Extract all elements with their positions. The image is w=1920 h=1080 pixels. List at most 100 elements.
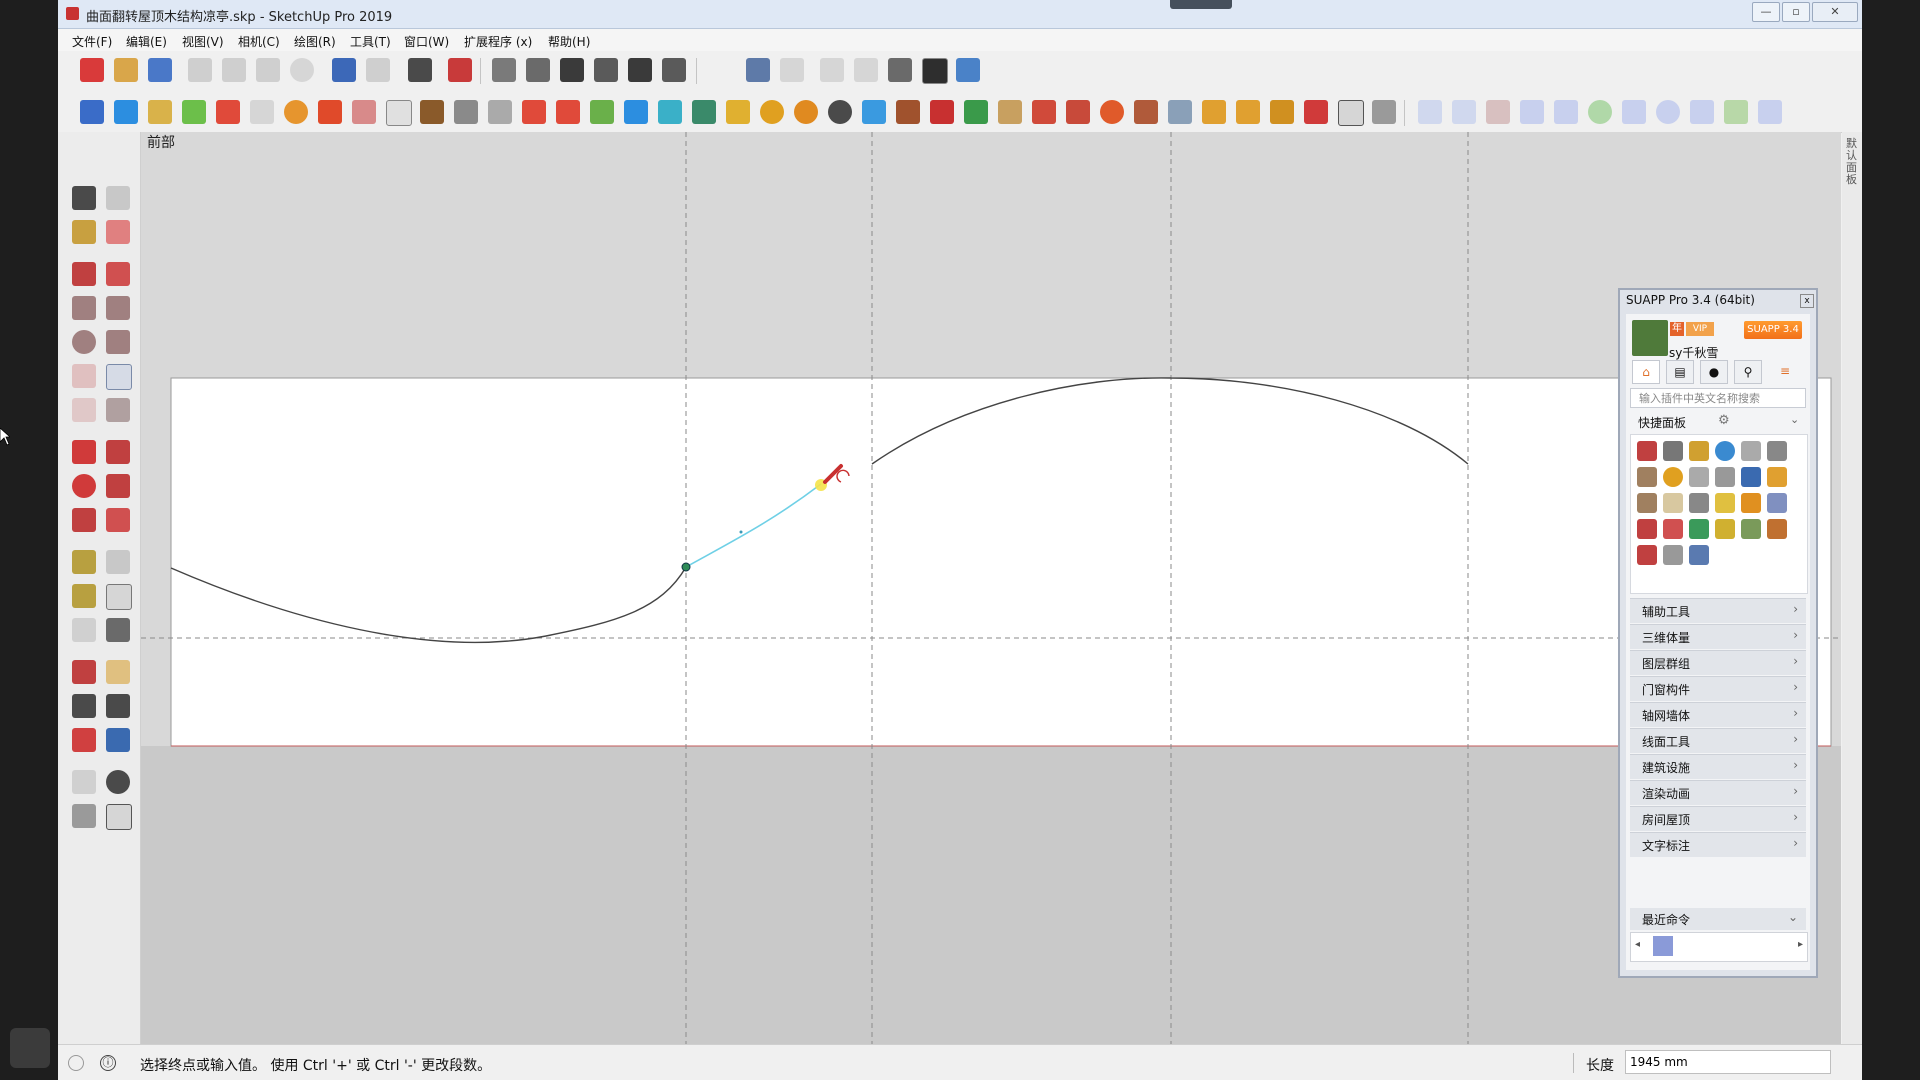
quick-tool-icon[interactable] <box>1715 493 1735 513</box>
quick-tool-icon[interactable] <box>1715 519 1735 539</box>
arc-icon[interactable] <box>72 364 96 388</box>
menu-edit[interactable]: 编辑(E) <box>126 33 167 50</box>
ext-tool-25-icon[interactable] <box>896 100 920 124</box>
minimize-button[interactable]: — <box>1752 2 1780 22</box>
wireframe-icon[interactable] <box>820 58 844 82</box>
previous-view-icon[interactable] <box>106 728 130 752</box>
ext-tool-5-icon[interactable] <box>216 100 240 124</box>
zoom-icon[interactable] <box>72 694 96 718</box>
shaded-textures-icon[interactable] <box>922 58 948 84</box>
scale-icon[interactable] <box>72 508 96 532</box>
quick-tool-icon[interactable] <box>1637 441 1657 461</box>
pie-icon[interactable] <box>106 398 130 422</box>
ext-tool-20-icon[interactable] <box>726 100 750 124</box>
plugin-search-input[interactable]: 输入插件中英文名称搜索 <box>1630 388 1806 408</box>
monochrome-icon[interactable] <box>956 58 980 82</box>
xray-icon[interactable] <box>746 58 770 82</box>
scene-tab-front[interactable]: 前部 <box>147 132 175 152</box>
left-view-icon[interactable] <box>662 58 686 82</box>
walk-icon[interactable] <box>72 804 96 828</box>
select-icon[interactable] <box>72 186 96 210</box>
menu-camera[interactable]: 相机(C) <box>238 33 280 50</box>
look-around-icon[interactable] <box>106 770 130 794</box>
category-assist-tools[interactable]: 辅助工具 › <box>1630 598 1806 623</box>
ext-tool-39-icon[interactable] <box>1372 100 1396 124</box>
suapp-close-button[interactable]: x <box>1800 294 1814 308</box>
follow-me-icon[interactable] <box>106 474 130 498</box>
iso-view-icon[interactable] <box>492 58 516 82</box>
category-building-facilities[interactable]: 建筑设施 › <box>1630 754 1806 779</box>
axes-icon[interactable] <box>72 618 96 642</box>
menu-list-icon[interactable]: ≡ <box>1772 360 1798 382</box>
cut-icon[interactable] <box>188 58 212 82</box>
ext-tool-28-icon[interactable] <box>998 100 1022 124</box>
ext-tool-34-icon[interactable] <box>1202 100 1226 124</box>
drawing-viewport[interactable]: 前部 <box>141 132 1841 1044</box>
quick-tool-icon[interactable] <box>1689 519 1709 539</box>
menu-help[interactable]: 帮助(H) <box>548 33 590 50</box>
save-icon[interactable] <box>148 58 172 82</box>
category-grid-walls[interactable]: 轴网墙体 › <box>1630 702 1806 727</box>
make-component-icon[interactable] <box>106 186 130 210</box>
position-camera-icon[interactable] <box>72 770 96 794</box>
text-icon[interactable] <box>106 584 132 610</box>
ext-tool-31-icon[interactable] <box>1100 100 1124 124</box>
quick-tool-icon[interactable] <box>1689 467 1709 487</box>
paint-bucket-icon[interactable] <box>72 220 96 244</box>
curve-tool-9-icon[interactable] <box>1690 100 1714 124</box>
ext-tool-27-icon[interactable] <box>964 100 988 124</box>
category-text-annotation[interactable]: 文字标注 › <box>1630 832 1806 857</box>
list-tab-icon[interactable]: ▤ <box>1666 360 1694 384</box>
quick-tool-icon[interactable] <box>1637 545 1657 565</box>
curve-tool-4-icon[interactable] <box>1520 100 1544 124</box>
freehand-icon[interactable] <box>106 262 130 286</box>
quick-tool-icon[interactable] <box>1741 519 1761 539</box>
ext-tool-18-icon[interactable] <box>658 100 682 124</box>
default-tray-strip[interactable]: 默认面板 <box>1842 132 1862 1044</box>
orbit-icon[interactable] <box>72 660 96 684</box>
suapp-version-button[interactable]: SUAPP 3.4 <box>1744 321 1802 339</box>
quick-tool-icon[interactable] <box>1767 519 1787 539</box>
avatar[interactable] <box>1632 320 1668 356</box>
quick-tool-icon[interactable] <box>1741 493 1761 513</box>
shaded-icon[interactable] <box>888 58 912 82</box>
scroll-left-icon[interactable]: ◂ <box>1635 939 1640 950</box>
category-render-animation[interactable]: 渲染动画 › <box>1630 780 1806 805</box>
front-view-icon[interactable] <box>560 58 584 82</box>
ext-tool-7-icon[interactable] <box>284 100 308 124</box>
move-icon[interactable] <box>72 440 96 464</box>
pan-icon[interactable] <box>106 660 130 684</box>
category-door-window[interactable]: 门窗构件 › <box>1630 676 1806 701</box>
ext-tool-12-icon[interactable] <box>454 100 478 124</box>
top-view-icon[interactable] <box>526 58 550 82</box>
zoom-window-icon[interactable] <box>106 694 130 718</box>
ext-tool-30-icon[interactable] <box>1066 100 1090 124</box>
ext-tool-33-icon[interactable] <box>1168 100 1192 124</box>
scroll-right-icon[interactable]: ▸ <box>1798 939 1803 950</box>
geo-location-icon[interactable] <box>68 1055 84 1071</box>
model-info-icon[interactable] <box>448 58 472 82</box>
ext-tool-26-icon[interactable] <box>930 100 954 124</box>
category-line-face[interactable]: 线面工具 › <box>1630 728 1806 753</box>
ext-tool-32-icon[interactable] <box>1134 100 1158 124</box>
ext-tool-35-icon[interactable] <box>1236 100 1260 124</box>
quick-tool-icon[interactable] <box>1689 493 1709 513</box>
menu-draw[interactable]: 绘图(R) <box>294 33 336 50</box>
three-point-arc-icon[interactable] <box>72 398 96 422</box>
measurements-input[interactable] <box>1625 1050 1831 1074</box>
home-tab-icon[interactable]: ⌂ <box>1632 360 1660 384</box>
user-tab-icon[interactable]: ● <box>1700 360 1728 384</box>
rectangle-icon[interactable] <box>72 296 96 320</box>
ext-tool-16-icon[interactable] <box>590 100 614 124</box>
ext-tool-15-icon[interactable] <box>556 100 580 124</box>
menu-tools[interactable]: 工具(T) <box>350 33 391 50</box>
curve-tool-5-icon[interactable] <box>1554 100 1578 124</box>
new-icon[interactable] <box>80 58 104 82</box>
ext-tool-13-icon[interactable] <box>488 100 512 124</box>
quick-tool-icon[interactable] <box>1689 545 1709 565</box>
hidden-line-icon[interactable] <box>854 58 878 82</box>
curve-tool-8-icon[interactable] <box>1656 100 1680 124</box>
ext-tool-11-icon[interactable] <box>420 100 444 124</box>
menu-extensions[interactable]: 扩展程序 (x) <box>464 33 532 50</box>
quick-tool-icon[interactable] <box>1767 467 1787 487</box>
